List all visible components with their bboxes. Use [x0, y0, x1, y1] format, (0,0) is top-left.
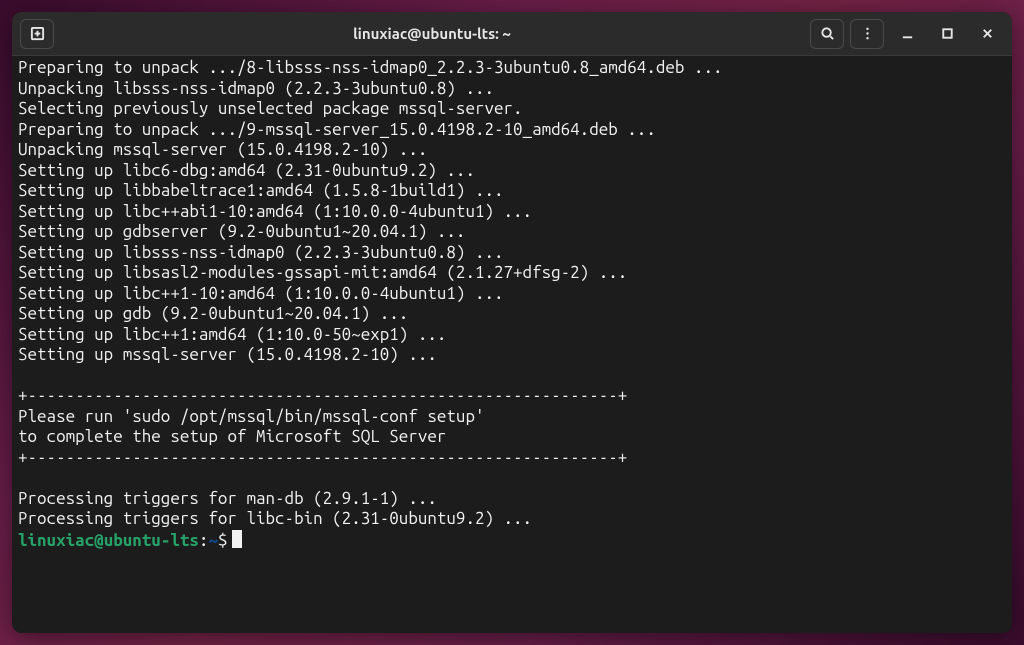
prompt-colon: : — [199, 531, 209, 550]
minimize-button[interactable] — [890, 19, 924, 49]
terminal-line: Please run 'sudo /opt/mssql/bin/mssql-co… — [18, 407, 1006, 428]
terminal-line: Preparing to unpack .../9-mssql-server_1… — [18, 120, 1006, 141]
terminal-viewport[interactable]: Preparing to unpack .../8-libsss-nss-idm… — [12, 56, 1012, 633]
terminal-line: Setting up gdbserver (9.2-0ubuntu1~20.04… — [18, 222, 1006, 243]
prompt-line[interactable]: linuxiac@ubuntu-lts:~$ — [18, 530, 1006, 552]
terminal-line: +---------------------------------------… — [18, 448, 1006, 469]
terminal-window: linuxiac@ubuntu-lts: ~ Preparing to unpa… — [12, 12, 1012, 633]
terminal-line: Unpacking mssql-server (15.0.4198.2-10) … — [18, 140, 1006, 161]
terminal-line: Setting up gdb (9.2-0ubuntu1~20.04.1) ..… — [18, 304, 1006, 325]
prompt-path: ~ — [208, 531, 218, 550]
cursor — [232, 530, 242, 548]
terminal-line: Setting up mssql-server (15.0.4198.2-10)… — [18, 345, 1006, 366]
maximize-icon — [940, 26, 955, 41]
menu-button[interactable] — [850, 19, 884, 49]
terminal-line: Selecting previously unselected package … — [18, 99, 1006, 120]
close-button[interactable] — [970, 19, 1004, 49]
terminal-line: Setting up libc6-dbg:amd64 (2.31-0ubuntu… — [18, 161, 1006, 182]
terminal-line: to complete the setup of Microsoft SQL S… — [18, 427, 1006, 448]
terminal-line: Setting up libsasl2-modules-gssapi-mit:a… — [18, 263, 1006, 284]
search-icon — [820, 26, 835, 41]
new-tab-icon — [30, 26, 45, 41]
terminal-line: Processing triggers for libc-bin (2.31-0… — [18, 509, 1006, 530]
prompt-user: linuxiac — [18, 531, 94, 550]
prompt-at: @ — [94, 531, 104, 550]
terminal-line: +---------------------------------------… — [18, 386, 1006, 407]
terminal-line: Setting up libc++abi1-10:amd64 (1:10.0.0… — [18, 202, 1006, 223]
terminal-line: Unpacking libsss-nss-idmap0 (2.2.3-3ubun… — [18, 79, 1006, 100]
maximize-button[interactable] — [930, 19, 964, 49]
terminal-line: Setting up libc++1:amd64 (1:10.0-50~exp1… — [18, 325, 1006, 346]
terminal-line: Processing triggers for man-db (2.9.1-1)… — [18, 489, 1006, 510]
terminal-line: Preparing to unpack .../8-libsss-nss-idm… — [18, 58, 1006, 79]
prompt-host: ubuntu-lts — [104, 531, 199, 550]
terminal-line: Setting up libc++1-10:amd64 (1:10.0.0-4u… — [18, 284, 1006, 305]
titlebar: linuxiac@ubuntu-lts: ~ — [12, 12, 1012, 56]
new-tab-button[interactable] — [20, 19, 54, 49]
search-button[interactable] — [810, 19, 844, 49]
prompt-symbol: $ — [218, 531, 228, 550]
terminal-line: Setting up libbabeltrace1:amd64 (1.5.8-1… — [18, 181, 1006, 202]
terminal-line: Setting up libsss-nss-idmap0 (2.2.3-3ubu… — [18, 243, 1006, 264]
close-icon — [980, 26, 995, 41]
menu-icon — [860, 26, 875, 41]
minimize-icon — [900, 26, 915, 41]
window-title: linuxiac@ubuntu-lts: ~ — [54, 25, 810, 42]
